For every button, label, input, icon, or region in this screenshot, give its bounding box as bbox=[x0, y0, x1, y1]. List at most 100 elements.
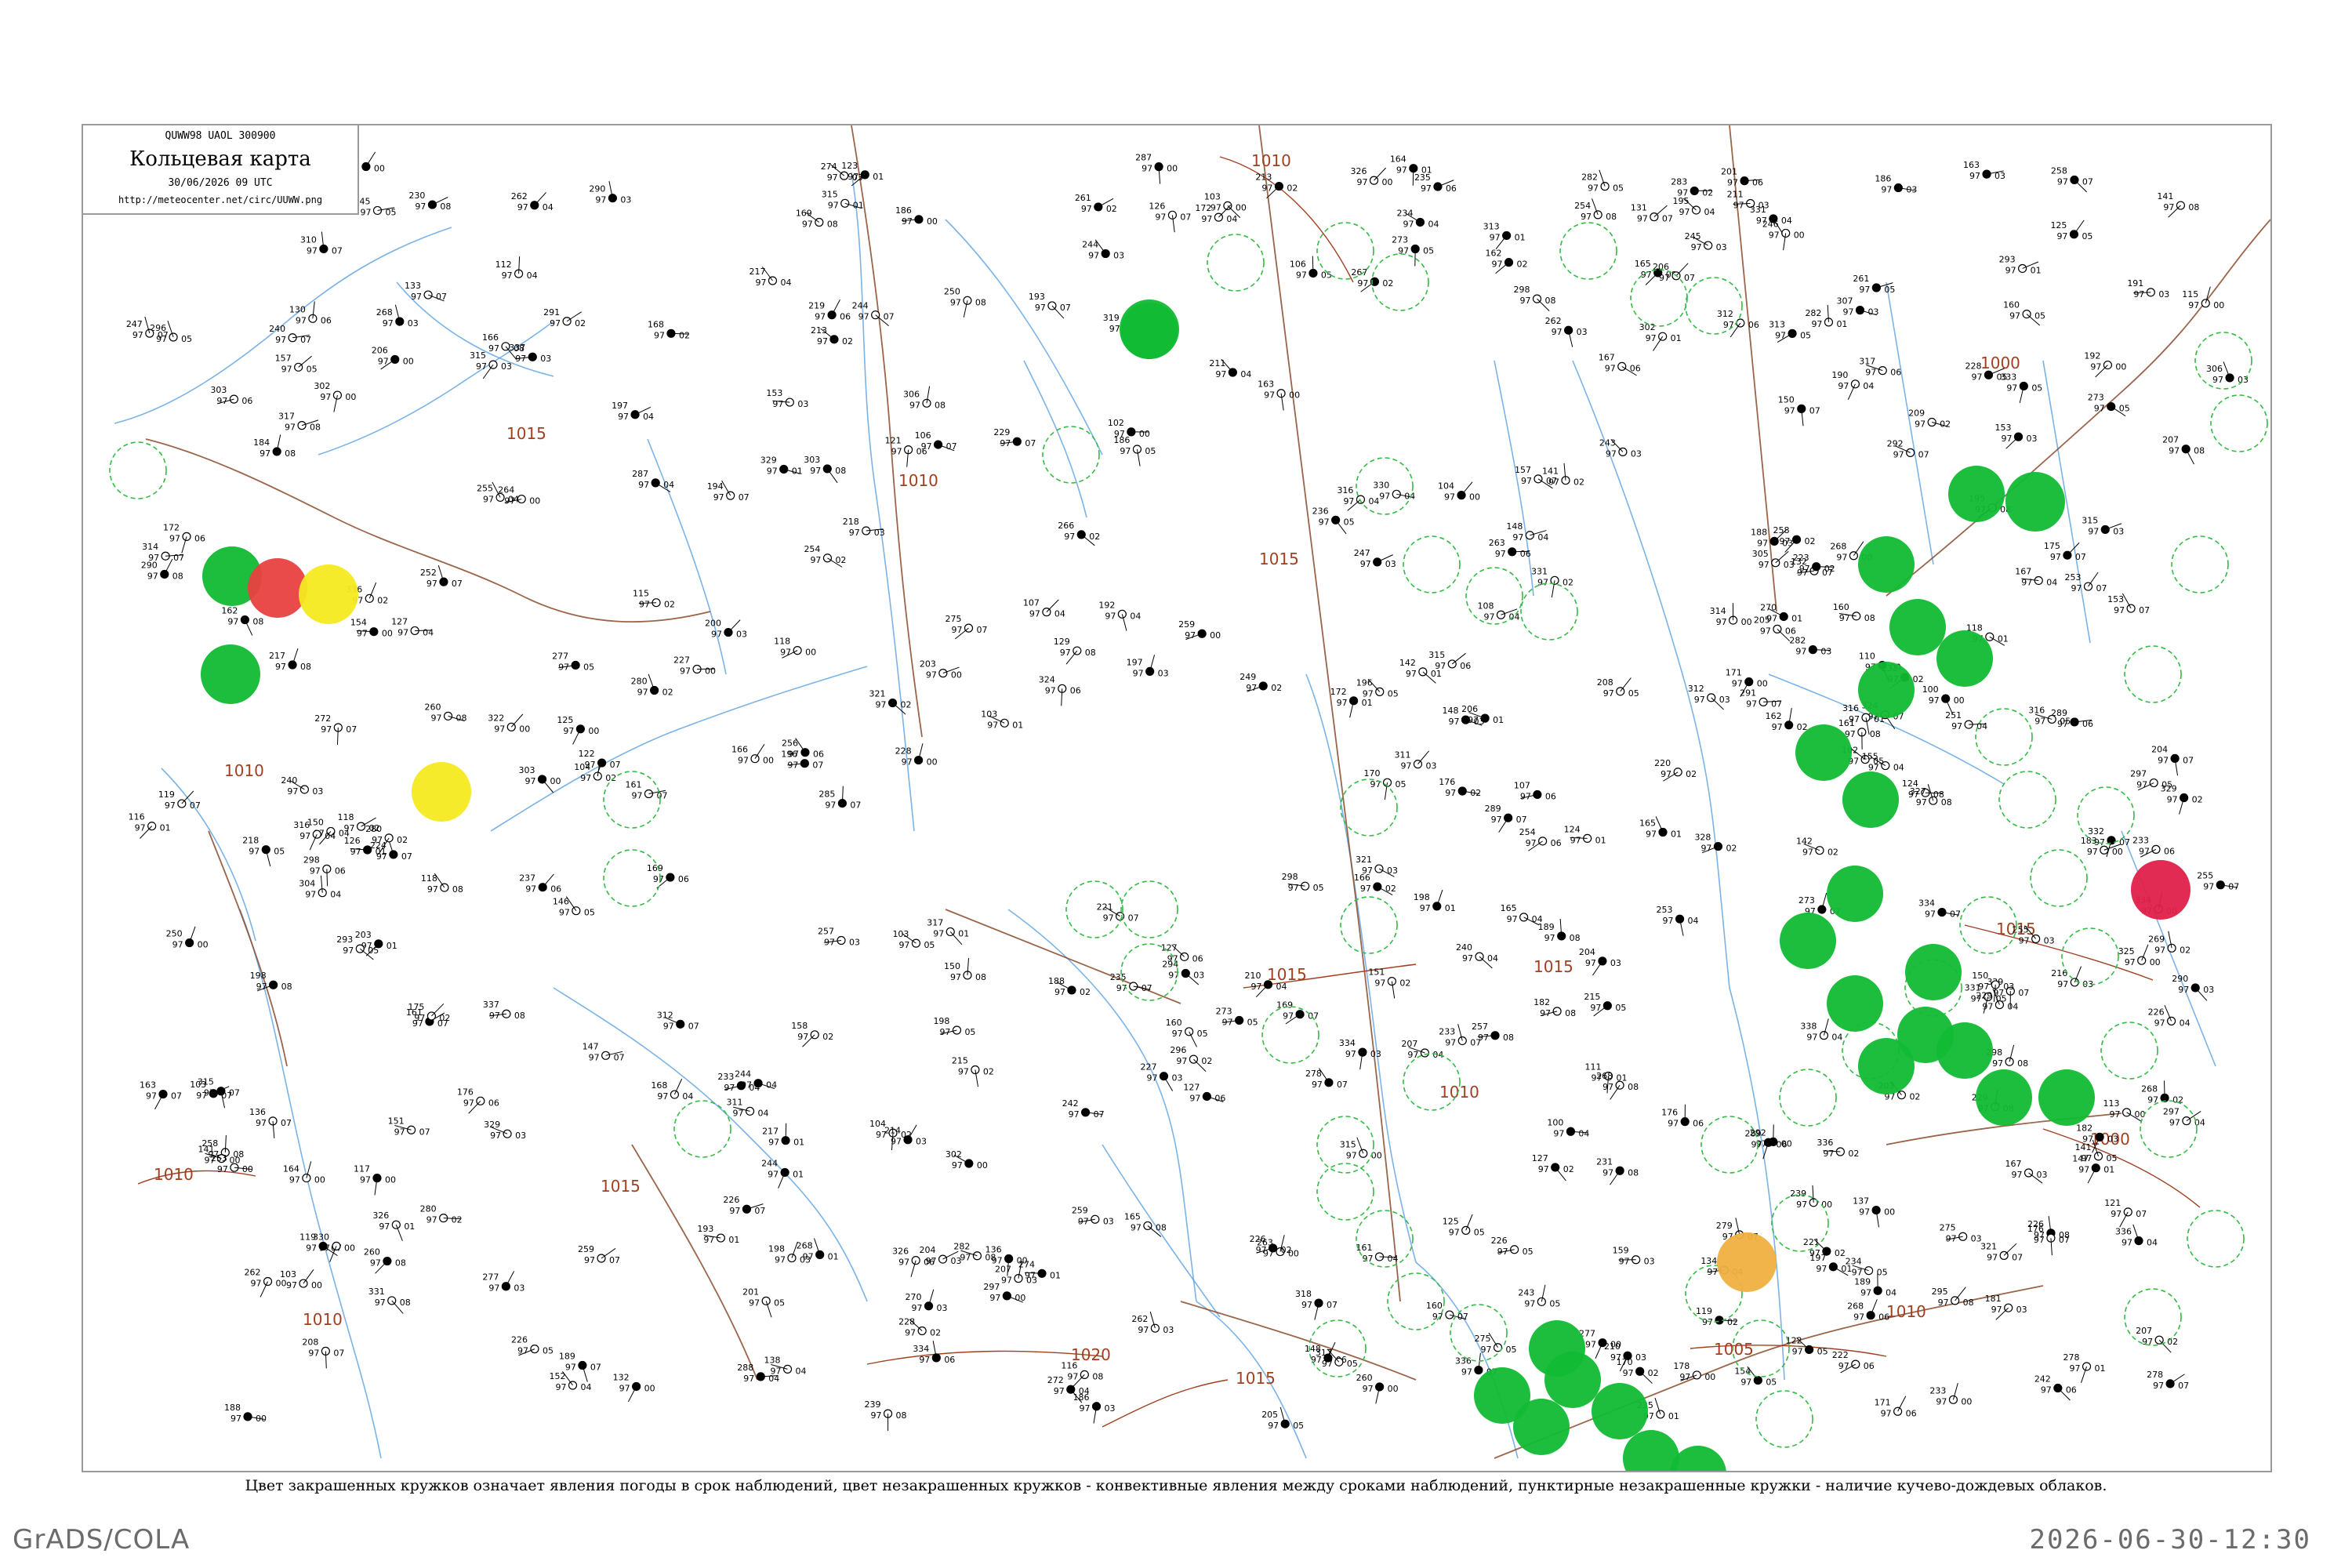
svg-text:02: 02 bbox=[664, 600, 675, 610]
svg-text:06: 06 bbox=[1192, 953, 1203, 964]
station-plot: 13297 00 bbox=[613, 1372, 655, 1403]
station-plot: 18697 03 bbox=[1073, 1392, 1116, 1424]
svg-text:97: 97 bbox=[1759, 560, 1769, 570]
station-plot: 12997 08 bbox=[1054, 637, 1096, 665]
svg-text:97: 97 bbox=[926, 670, 937, 681]
station-plot: 26897 06 bbox=[1847, 1299, 1889, 1323]
svg-text:303: 303 bbox=[210, 385, 227, 395]
svg-text:293: 293 bbox=[1999, 254, 2016, 264]
svg-text:97: 97 bbox=[415, 201, 426, 212]
svg-text:97: 97 bbox=[1581, 212, 1592, 222]
station-plot: 15197 02 bbox=[1368, 967, 1410, 999]
svg-text:05: 05 bbox=[964, 1027, 975, 1037]
svg-text:97: 97 bbox=[1337, 698, 1348, 708]
svg-text:00: 00 bbox=[644, 1383, 655, 1393]
svg-text:329: 329 bbox=[2161, 783, 2177, 793]
svg-text:02: 02 bbox=[2192, 794, 2203, 804]
svg-text:03: 03 bbox=[1425, 761, 1436, 771]
svg-text:316: 316 bbox=[1842, 703, 1859, 713]
svg-text:07: 07 bbox=[609, 1255, 620, 1265]
svg-text:280: 280 bbox=[365, 824, 382, 834]
svg-text:97: 97 bbox=[1407, 1050, 1418, 1060]
svg-text:103: 103 bbox=[190, 1080, 206, 1090]
station-plot: 20397 00 bbox=[920, 659, 962, 681]
svg-text:234: 234 bbox=[1846, 1257, 1862, 1267]
svg-text:00: 00 bbox=[314, 1175, 325, 1185]
svg-text:97: 97 bbox=[2212, 375, 2223, 385]
svg-text:97: 97 bbox=[1936, 1396, 1947, 1406]
svg-text:97: 97 bbox=[1256, 1245, 1267, 1255]
station-plot: 21597 02 bbox=[952, 1056, 994, 1087]
svg-text:97: 97 bbox=[1603, 688, 1614, 699]
station-plot: 26097 00 bbox=[1356, 1373, 1399, 1404]
svg-text:97: 97 bbox=[2071, 583, 2082, 593]
svg-text:00: 00 bbox=[1014, 1293, 1025, 1303]
svg-text:336: 336 bbox=[2115, 1227, 2132, 1237]
svg-text:245: 245 bbox=[1685, 231, 1701, 241]
svg-text:255: 255 bbox=[477, 483, 493, 493]
svg-text:254: 254 bbox=[1574, 201, 1591, 211]
svg-text:97: 97 bbox=[775, 1255, 786, 1265]
station-plot: 16697 02 bbox=[1354, 873, 1396, 895]
svg-text:97: 97 bbox=[817, 336, 828, 347]
station-plot: 29097 03 bbox=[589, 181, 631, 205]
svg-text:08: 08 bbox=[514, 343, 524, 354]
svg-text:97: 97 bbox=[1035, 303, 1046, 313]
svg-text:02: 02 bbox=[1080, 987, 1091, 997]
weather-marker-green bbox=[2005, 472, 2065, 532]
svg-text:334: 334 bbox=[1918, 898, 1935, 909]
svg-text:97: 97 bbox=[788, 750, 799, 760]
svg-text:97: 97 bbox=[1537, 577, 1548, 587]
svg-text:97: 97 bbox=[1969, 171, 1980, 181]
station-plot: 24997 02 bbox=[1240, 672, 1282, 693]
svg-text:97: 97 bbox=[2019, 935, 2030, 946]
svg-text:97: 97 bbox=[1346, 1150, 1357, 1160]
svg-text:267: 267 bbox=[1351, 267, 1367, 278]
cumulonimbus-ring bbox=[1403, 1053, 1461, 1111]
svg-text:08: 08 bbox=[440, 201, 451, 212]
svg-text:189: 189 bbox=[1854, 1276, 1871, 1287]
svg-text:97: 97 bbox=[1362, 866, 1373, 876]
svg-text:313: 313 bbox=[1483, 221, 1500, 231]
svg-text:00: 00 bbox=[519, 724, 530, 734]
station-plot: 28297 01 bbox=[1805, 304, 1847, 329]
svg-text:321: 321 bbox=[1980, 1241, 1997, 1251]
svg-text:302: 302 bbox=[946, 1149, 962, 1160]
svg-text:07: 07 bbox=[1546, 476, 1557, 486]
svg-text:03: 03 bbox=[1719, 695, 1730, 705]
svg-text:97: 97 bbox=[1201, 214, 1212, 224]
cumulonimbus-ring bbox=[1316, 1163, 1374, 1221]
svg-text:97: 97 bbox=[1246, 683, 1257, 693]
svg-text:07: 07 bbox=[1470, 1037, 1481, 1047]
svg-text:100: 100 bbox=[1922, 684, 1939, 695]
svg-text:97: 97 bbox=[2087, 847, 2098, 857]
map-url[interactable]: http://meteocenter.net/circ/UUWW.png bbox=[83, 194, 358, 205]
svg-text:208: 208 bbox=[1597, 677, 1613, 688]
station-plot: 20497 03 bbox=[1579, 947, 1621, 976]
svg-text:277: 277 bbox=[482, 1272, 499, 1283]
svg-text:02: 02 bbox=[2180, 945, 2190, 955]
station-plot: 31197 03 bbox=[1394, 750, 1436, 771]
station-plot: 15797 05 bbox=[275, 353, 318, 374]
station-plot: 20197 06 bbox=[1721, 167, 1763, 188]
station-plot: 18697 00 bbox=[895, 205, 938, 227]
svg-text:08: 08 bbox=[172, 571, 183, 581]
svg-text:254: 254 bbox=[1519, 827, 1536, 837]
svg-text:04: 04 bbox=[2180, 1018, 2190, 1028]
svg-text:97: 97 bbox=[680, 666, 691, 676]
station-plot: 19297 04 bbox=[1098, 600, 1141, 631]
svg-text:07: 07 bbox=[2096, 583, 2107, 593]
svg-text:97: 97 bbox=[563, 726, 574, 736]
svg-text:03: 03 bbox=[916, 1137, 927, 1147]
svg-text:97: 97 bbox=[1733, 200, 1744, 210]
svg-text:97: 97 bbox=[939, 1027, 950, 1037]
svg-text:229: 229 bbox=[1976, 991, 1992, 1001]
svg-text:04: 04 bbox=[643, 412, 654, 422]
svg-text:165: 165 bbox=[1635, 259, 1651, 269]
svg-text:230: 230 bbox=[408, 191, 425, 201]
synoptic-map[interactable]: 101010151020 1005100010101015101510151010… bbox=[83, 125, 2270, 1471]
svg-text:01: 01 bbox=[1445, 903, 1456, 913]
svg-text:97: 97 bbox=[559, 908, 570, 918]
station-plot: 19197 03 bbox=[2127, 278, 2169, 299]
station-plot: 31897 07 bbox=[1295, 1289, 1338, 1320]
